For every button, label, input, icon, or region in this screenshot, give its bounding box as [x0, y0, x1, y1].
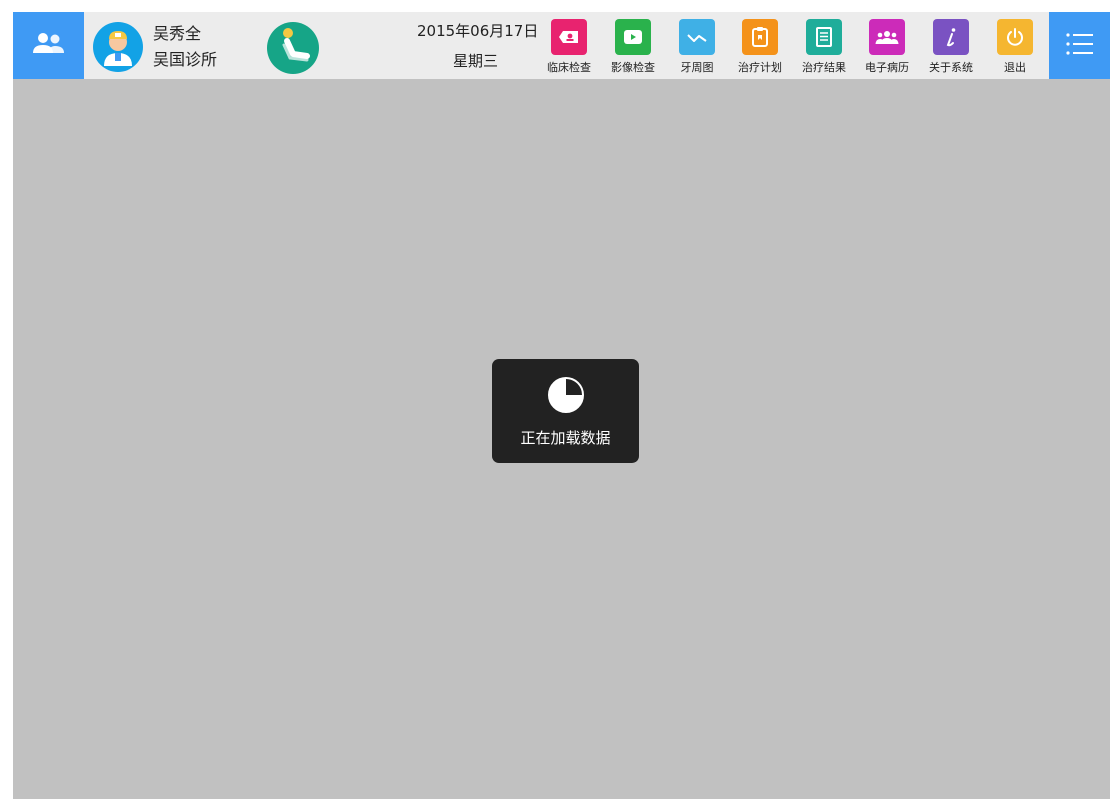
group-icon [869, 19, 905, 55]
current-weekday: 星期三 [453, 52, 499, 70]
clinical-exam-label: 临床检查 [547, 61, 591, 74]
clinic-logo [267, 22, 319, 74]
tooth-card-icon [551, 19, 587, 55]
receipt-icon [806, 19, 842, 55]
loading-overlay: 正在加载数据 [492, 359, 639, 463]
periodontal-chart-label: 牙周图 [680, 61, 714, 74]
logout-label: 退出 [1004, 61, 1026, 74]
about-system-button[interactable]: 关于系统 [923, 19, 979, 75]
patients-button[interactable] [13, 12, 84, 79]
loading-pie-icon [546, 375, 586, 419]
clinic-name: 吴国诊所 [153, 50, 218, 69]
clipboard-icon [742, 19, 778, 55]
clinical-exam-button[interactable]: 临床检查 [541, 19, 597, 75]
about-system-label: 关于系统 [929, 61, 973, 74]
chart-line-icon [679, 19, 715, 55]
menu-button[interactable] [1049, 12, 1110, 79]
treatment-result-label: 治疗结果 [802, 61, 846, 74]
doctor-avatar-icon [93, 31, 143, 72]
imaging-exam-button[interactable]: 影像检查 [605, 19, 661, 75]
imaging-exam-label: 影像检查 [611, 61, 655, 74]
doctor-name: 吴秀全 [153, 24, 202, 43]
medical-record-button[interactable]: 电子病历 [859, 19, 915, 75]
dental-chair-icon [267, 28, 319, 74]
treatment-result-button[interactable]: 治疗结果 [796, 19, 852, 75]
periodontal-chart-button[interactable]: 牙周图 [669, 19, 725, 75]
treatment-plan-label: 治疗计划 [738, 61, 782, 74]
treatment-plan-button[interactable]: 治疗计划 [732, 19, 788, 75]
power-icon [997, 19, 1033, 55]
video-play-icon [615, 19, 651, 55]
doctor-avatar [93, 22, 143, 72]
loading-text: 正在加载数据 [520, 428, 611, 447]
top-bar: 吴秀全 吴国诊所 2015年06月17日 星期三 临床检查 影像检查 牙周图 治… [13, 12, 1110, 79]
app-window: 吴秀全 吴国诊所 2015年06月17日 星期三 临床检查 影像检查 牙周图 治… [13, 12, 1110, 799]
info-icon [933, 19, 969, 55]
users-icon [32, 31, 66, 61]
hamburger-menu-icon [1065, 32, 1095, 60]
current-date: 2015年06月17日 [417, 22, 539, 40]
medical-record-label: 电子病历 [865, 61, 909, 74]
logout-button[interactable]: 退出 [987, 19, 1043, 75]
